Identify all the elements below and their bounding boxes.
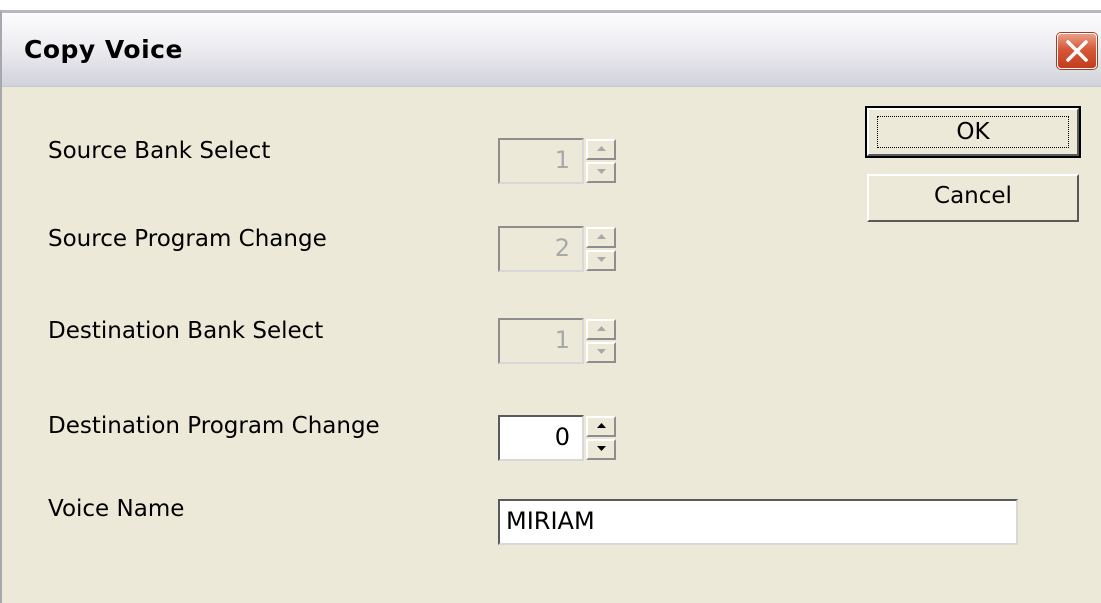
source-bank-select-spinner	[586, 138, 616, 184]
source-bank-select-label: Source Bank Select	[48, 138, 271, 164]
destination-program-change-up-button[interactable]	[586, 416, 616, 437]
ok-button-label: OK	[877, 116, 1069, 148]
arrow-up-icon	[597, 146, 606, 151]
destination-program-change-spinbox: 0	[498, 415, 618, 461]
destination-bank-select-spinbox: 1	[498, 318, 618, 364]
source-bank-select-spinbox: 1	[498, 138, 618, 184]
destination-bank-select-down-button	[586, 342, 616, 363]
voice-name-label: Voice Name	[48, 496, 185, 522]
source-program-change-field: 2	[498, 226, 584, 272]
copy-voice-dialog: Copy Voice Source Bank Select 1 Source P…	[0, 10, 1101, 603]
source-program-change-spinner	[586, 226, 616, 272]
cancel-button[interactable]: Cancel	[867, 174, 1079, 222]
source-program-change-down-button	[586, 250, 616, 271]
source-program-change-label: Source Program Change	[48, 226, 327, 252]
destination-bank-select-up-button	[586, 319, 616, 340]
arrow-down-icon	[597, 349, 606, 354]
source-program-change-up-button	[586, 227, 616, 248]
ok-button[interactable]: OK	[867, 108, 1079, 156]
destination-program-change-label: Destination Program Change	[48, 413, 380, 439]
arrow-up-icon	[597, 234, 606, 239]
arrow-down-icon	[597, 257, 606, 262]
arrow-down-icon	[597, 169, 606, 174]
destination-program-change-spinner	[586, 415, 616, 461]
destination-program-change-field[interactable]: 0	[498, 415, 584, 461]
title-bar[interactable]: Copy Voice	[2, 13, 1101, 87]
source-bank-select-field: 1	[498, 138, 584, 184]
arrow-up-icon	[597, 326, 606, 331]
window-title: Copy Voice	[24, 35, 183, 64]
close-button[interactable]	[1057, 33, 1097, 69]
arrow-down-icon	[597, 446, 606, 451]
arrow-up-icon	[597, 423, 606, 428]
destination-bank-select-label: Destination Bank Select	[48, 318, 324, 344]
source-bank-select-down-button	[586, 162, 616, 183]
close-icon	[1066, 40, 1088, 62]
source-bank-select-up-button	[586, 139, 616, 160]
destination-program-change-down-button[interactable]	[586, 439, 616, 460]
source-program-change-spinbox: 2	[498, 226, 618, 272]
destination-bank-select-field: 1	[498, 318, 584, 364]
destination-bank-select-spinner	[586, 318, 616, 364]
voice-name-input[interactable]: MIRIAM	[498, 499, 1018, 545]
